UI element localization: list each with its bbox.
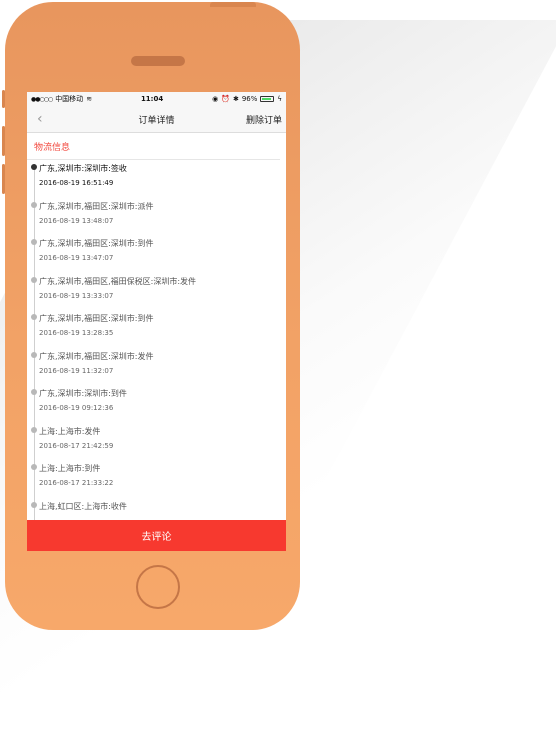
timeline-event: 上海:上海市:发件 2016-08-17 21:42:59	[31, 423, 286, 461]
volume-down-button	[2, 164, 5, 194]
wifi-icon: ≋	[86, 95, 93, 103]
chevron-left-icon[interactable]: ‹	[37, 110, 43, 128]
home-button[interactable]	[136, 565, 180, 609]
timeline-dot	[31, 239, 37, 245]
clock: 11:04	[140, 95, 164, 103]
charging-icon: ϟ	[277, 95, 282, 103]
event-time: 2016-08-19 13:48:07	[39, 216, 114, 225]
earpiece-speaker	[131, 56, 185, 66]
timeline-event: 广东,深圳市,福田区,福田保税区:深圳市:发件 2016-08-19 13:33…	[31, 273, 286, 311]
event-location: 上海:上海市:到件	[39, 464, 101, 473]
bluetooth-icon: ✱	[232, 95, 239, 103]
timeline-dot	[31, 426, 37, 433]
status-bar: ●●○○○ 中国移动 ≋ 11:04 ◉ ⏰ ✱ 96% ϟ	[27, 92, 286, 106]
timeline-event: 广东,深圳市:深圳市:签收 2016-08-19 16:51:49	[31, 160, 286, 198]
timeline-event: 广东,深圳市,福田区:深圳市:派件 2016-08-19 13:48:07	[31, 198, 286, 236]
location-icon: ◉	[212, 95, 219, 103]
volume-up-button	[2, 126, 5, 156]
timeline-event: 广东,深圳市:深圳市:到件 2016-08-19 09:12:36	[31, 385, 286, 423]
timeline-dot	[31, 276, 37, 283]
event-time: 2016-08-19 09:12:36	[39, 404, 114, 412]
timeline-event: 广东,深圳市,福田区:深圳市:到件 2016-08-19 13:28:35	[31, 310, 286, 348]
battery-icon	[260, 96, 275, 102]
navigation-bar: ‹ 订单详情 删除订单	[27, 106, 286, 133]
event-location: 广东,深圳市,福田区:深圳市:派件	[39, 201, 154, 211]
event-time: 2016-08-19 11:32:07	[39, 366, 114, 375]
event-time: 2016-08-19 16:51:49	[39, 179, 114, 187]
phone-frame: ●●○○○ 中国移动 ≋ 11:04 ◉ ⏰ ✱ 96% ϟ ‹ 订单详情 删除…	[2, 2, 300, 630]
event-location: 广东,深圳市,福田区,福田保税区:深圳市:发件	[39, 276, 197, 286]
battery-percent: 96%	[241, 95, 258, 103]
review-button[interactable]: 去评论	[27, 520, 286, 551]
event-location: 广东,深圳市:深圳市:签收	[39, 164, 127, 173]
event-time: 2016-08-17 21:42:59	[39, 441, 114, 450]
timeline-event: 上海:上海市:到件 2016-08-17 21:33:22	[31, 460, 286, 498]
event-location: 广东,深圳市,福田区:深圳市:发件	[39, 351, 154, 361]
event-location: 广东,深圳市,福田区:深圳市:到件	[39, 239, 154, 248]
timeline-dot	[31, 201, 37, 208]
alarm-icon: ⏰	[221, 95, 230, 103]
carrier-label: 中国移动	[55, 95, 84, 103]
timeline-dot	[31, 314, 37, 320]
timeline-line	[34, 164, 35, 535]
timeline-dot	[31, 164, 37, 170]
timeline-dot	[31, 389, 37, 395]
event-time: 2016-08-19 13:28:35	[39, 329, 114, 337]
delete-order-button[interactable]: 删除订单	[246, 113, 282, 126]
signal-icon: ●●○○○	[31, 95, 53, 103]
logistics-timeline: 广东,深圳市:深圳市:签收 2016-08-19 16:51:49 广东,深圳市…	[27, 160, 286, 535]
mute-switch	[2, 90, 5, 108]
timeline-dot	[31, 501, 37, 508]
event-location: 广东,深圳市:深圳市:到件	[39, 389, 127, 398]
event-location: 上海:上海市:发件	[39, 426, 101, 436]
timeline-event: 广东,深圳市,福田区:深圳市:发件 2016-08-19 11:32:07	[31, 348, 286, 386]
app-screen: ●●○○○ 中国移动 ≋ 11:04 ◉ ⏰ ✱ 96% ϟ ‹ 订单详情 删除…	[27, 92, 286, 551]
timeline-dot	[31, 464, 37, 470]
event-location: 上海,虹口区:上海市:收件	[39, 501, 127, 511]
event-time: 2016-08-19 13:47:07	[39, 254, 114, 262]
page-title: 订单详情	[138, 115, 175, 126]
timeline-event: 广东,深圳市,福田区:深圳市:到件 2016-08-19 13:47:07	[31, 235, 286, 273]
event-time: 2016-08-17 21:33:22	[39, 479, 114, 487]
event-time: 2016-08-19 13:33:07	[39, 291, 114, 300]
power-button	[210, 2, 256, 7]
event-location: 广东,深圳市,福田区:深圳市:到件	[39, 314, 154, 323]
logistics-section-title: 物流信息	[27, 133, 280, 160]
timeline-dot	[31, 351, 37, 358]
